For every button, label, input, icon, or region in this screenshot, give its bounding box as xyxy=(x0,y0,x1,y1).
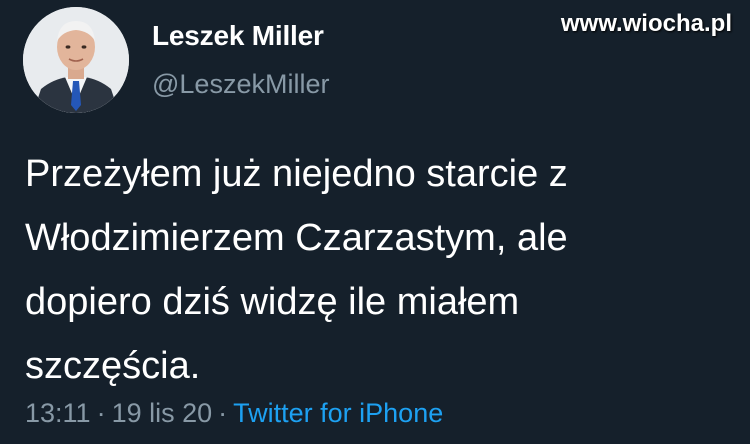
tweet-date[interactable]: 19 lis 20 xyxy=(112,398,213,428)
tweet-text-line: dopiero dziś widzę ile miałem xyxy=(25,281,520,323)
author-display-name[interactable]: Leszek Miller xyxy=(152,20,324,52)
tweet-source-link[interactable]: Twitter for iPhone xyxy=(233,398,443,428)
author-handle[interactable]: @LeszekMiller xyxy=(152,69,329,100)
tweet-card: Leszek Miller @LeszekMiller www.wiocha.p… xyxy=(0,0,750,444)
tweet-text: Przeżyłem już niejedno starcie z Włodzim… xyxy=(25,142,735,398)
meta-separator: · xyxy=(218,398,228,428)
tweet-text-line: Włodzimierzem Czarzastym, ale xyxy=(25,217,568,259)
avatar[interactable] xyxy=(23,7,129,113)
tweet-text-line: Przeżyłem już niejedno starcie z xyxy=(25,153,568,195)
tweet-time[interactable]: 13:11 xyxy=(25,398,91,428)
profile-photo-icon xyxy=(23,7,129,113)
tweet-text-line: szczęścia. xyxy=(25,345,201,387)
meta-separator: · xyxy=(96,398,106,428)
tweet-metadata: 13:11 · 19 lis 20 · Twitter for iPhone xyxy=(25,398,443,429)
site-watermark: www.wiocha.pl xyxy=(560,10,732,37)
